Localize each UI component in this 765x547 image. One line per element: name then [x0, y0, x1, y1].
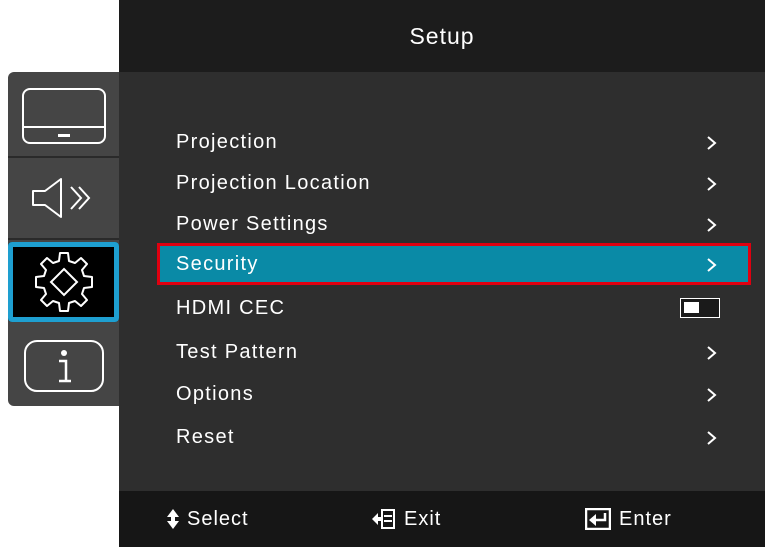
- menu-item-label: Power Settings: [176, 212, 329, 235]
- tab-info[interactable]: [8, 326, 119, 406]
- menu-item-test-pattern[interactable]: Test Pattern: [158, 332, 750, 372]
- page-title-text: Setup: [409, 22, 475, 49]
- chevron-right-icon: [707, 136, 717, 150]
- menu-item-label: HDMI CEC: [176, 296, 286, 319]
- menu-item-security[interactable]: Security: [157, 243, 751, 285]
- chevron-right-icon: [707, 177, 717, 191]
- enter-icon: [585, 508, 611, 530]
- menu-item-label: Projection Location: [176, 171, 371, 194]
- gear-icon: [34, 252, 93, 312]
- menu-item-label: Projection: [176, 130, 278, 153]
- chevron-right-icon: [707, 258, 717, 272]
- up-down-arrow-icon: [167, 509, 179, 529]
- footer-select-label: Select: [187, 507, 249, 530]
- footer-enter-label: Enter: [619, 507, 672, 530]
- footer-hint-bar: Select Exit Enter: [119, 491, 765, 547]
- monitor-icon: [21, 88, 106, 144]
- footer-exit-hint: Exit: [372, 507, 441, 531]
- footer-select-hint: Select: [167, 507, 249, 531]
- footer-exit-label: Exit: [404, 507, 442, 530]
- footer-enter-hint: Enter: [585, 507, 672, 531]
- menu-item-reset[interactable]: Reset: [158, 417, 750, 457]
- menu-item-label: Reset: [176, 425, 235, 448]
- tab-display[interactable]: [8, 76, 119, 156]
- menu-item-label: Security: [176, 252, 259, 275]
- menu-item-projection[interactable]: Projection: [158, 122, 750, 162]
- info-icon: [23, 340, 104, 392]
- tab-audio[interactable]: [8, 158, 119, 238]
- page-title: Setup: [119, 0, 765, 72]
- menu-item-power-settings[interactable]: Power Settings: [158, 204, 750, 244]
- hdmi-cec-toggle[interactable]: [680, 298, 720, 318]
- chevron-right-icon: [707, 218, 717, 232]
- chevron-right-icon: [707, 346, 717, 360]
- tab-divider: [8, 238, 119, 240]
- menu-item-label: Test Pattern: [176, 340, 299, 363]
- menu-item-label: Options: [176, 382, 255, 405]
- menu-item-hdmi-cec[interactable]: HDMI CEC: [158, 288, 750, 328]
- toggle-knob: [684, 302, 699, 313]
- menu-item-projection-location[interactable]: Projection Location: [158, 163, 750, 203]
- exit-icon: [372, 509, 395, 529]
- chevron-right-icon: [707, 431, 717, 445]
- speaker-icon: [31, 178, 90, 218]
- chevron-right-icon: [707, 388, 717, 402]
- tab-setup[interactable]: [8, 242, 119, 322]
- menu-item-options[interactable]: Options: [158, 374, 750, 414]
